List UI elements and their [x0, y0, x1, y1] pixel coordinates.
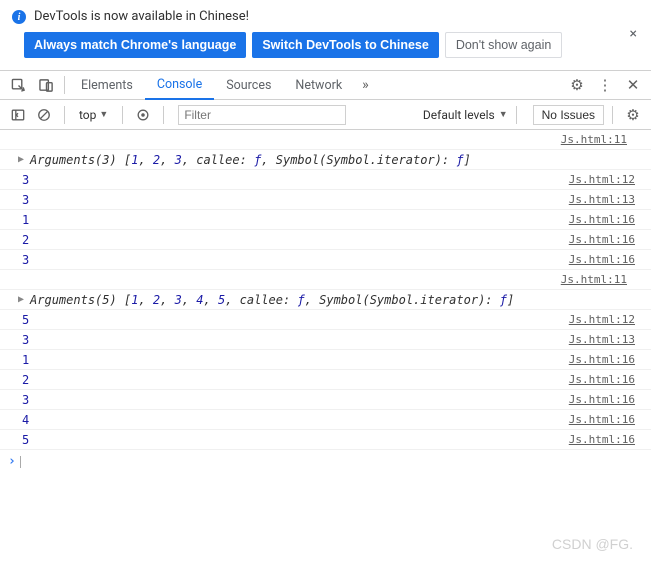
divider: [64, 106, 65, 124]
source-link[interactable]: Js.html:16: [569, 393, 635, 406]
log-row: 3 Js.html:16: [0, 390, 651, 410]
filter-input[interactable]: [178, 105, 346, 125]
info-icon: i: [12, 10, 26, 24]
log-row: Js.html:11: [0, 270, 651, 290]
context-value: top: [79, 108, 96, 122]
log-content: 5: [18, 313, 29, 327]
console-log-area: Js.html:11 ▶Arguments(3) [1, 2, 3, callee…: [0, 130, 651, 450]
source-link[interactable]: Js.html:16: [569, 433, 635, 446]
log-row: ▶Arguments(5) [1, 2, 3, 4, 5, callee: ƒ,…: [0, 290, 651, 310]
dont-show-again-button[interactable]: Don't show again: [445, 32, 563, 58]
tab-network[interactable]: Network: [283, 71, 354, 99]
console-toolbar: top ▼ Default levels ▼ No Issues ⚙: [0, 100, 651, 130]
source-link[interactable]: Js.html:16: [569, 373, 635, 386]
log-row: 4 Js.html:16: [0, 410, 651, 430]
divider: [612, 106, 613, 124]
log-content: 3: [18, 393, 29, 407]
info-bar: i DevTools is now available in Chinese!: [0, 0, 651, 28]
divider: [516, 106, 517, 124]
log-row: Js.html:11: [0, 130, 651, 150]
match-language-button[interactable]: Always match Chrome's language: [24, 32, 246, 58]
source-link[interactable]: Js.html:13: [569, 333, 635, 346]
divider: [122, 106, 123, 124]
cursor: [20, 456, 21, 468]
source-link[interactable]: Js.html:16: [569, 233, 635, 246]
divider: [163, 106, 164, 124]
toggle-sidebar-icon[interactable]: [6, 103, 30, 127]
tab-sources[interactable]: Sources: [214, 71, 283, 99]
log-content: 3: [18, 173, 29, 187]
context-selector[interactable]: top ▼: [73, 106, 114, 124]
log-row: 2 Js.html:16: [0, 230, 651, 250]
source-link[interactable]: Js.html:16: [569, 213, 635, 226]
source-link[interactable]: Js.html:12: [569, 173, 635, 186]
settings-icon[interactable]: ⚙: [563, 76, 591, 94]
inspect-element-icon[interactable]: [4, 71, 32, 99]
log-content: ▶Arguments(5) [1, 2, 3, 4, 5, callee: ƒ,…: [18, 293, 514, 307]
device-toolbar-icon[interactable]: [32, 71, 60, 99]
source-link[interactable]: Js.html:16: [569, 353, 635, 366]
log-row: 3 Js.html:13: [0, 190, 651, 210]
info-message: DevTools is now available in Chinese!: [34, 9, 249, 24]
log-content: 3: [18, 193, 29, 207]
log-content: 3: [18, 333, 29, 347]
log-row: 5 Js.html:12: [0, 310, 651, 330]
log-content: 5: [18, 433, 29, 447]
log-row: 1 Js.html:16: [0, 350, 651, 370]
source-link[interactable]: Js.html:11: [561, 133, 627, 146]
disclosure-triangle-icon[interactable]: ▶: [18, 294, 24, 305]
dropdown-triangle-icon: ▼: [499, 109, 508, 120]
console-settings-icon[interactable]: ⚙: [621, 103, 645, 127]
prompt-caret-icon: ›: [8, 454, 16, 469]
divider: [64, 76, 65, 94]
log-row: ▶Arguments(3) [1, 2, 3, callee: ƒ, Symbo…: [0, 150, 651, 170]
log-row: 2 Js.html:16: [0, 370, 651, 390]
console-prompt[interactable]: ›: [0, 450, 651, 473]
tab-console[interactable]: Console: [145, 72, 214, 100]
dropdown-triangle-icon: ▼: [99, 109, 108, 120]
source-link[interactable]: Js.html:16: [569, 253, 635, 266]
log-content: 4: [18, 413, 29, 427]
language-button-row: Always match Chrome's language Switch De…: [0, 28, 651, 70]
more-tabs-icon[interactable]: »: [354, 77, 377, 93]
source-link[interactable]: Js.html:13: [569, 193, 635, 206]
close-devtools-icon[interactable]: ✕: [619, 76, 647, 94]
tab-bar-right-icons: ⚙ ⋮ ✕: [563, 76, 647, 94]
disclosure-triangle-icon[interactable]: ▶: [18, 154, 24, 165]
levels-label: Default levels: [423, 108, 495, 122]
log-row: 3 Js.html:13: [0, 330, 651, 350]
log-content: 2: [18, 373, 29, 387]
log-content: 2: [18, 233, 29, 247]
source-link[interactable]: Js.html:11: [561, 273, 627, 286]
tab-elements[interactable]: Elements: [69, 71, 145, 99]
log-row: 3 Js.html:12: [0, 170, 651, 190]
source-link[interactable]: Js.html:12: [569, 313, 635, 326]
log-row: 1 Js.html:16: [0, 210, 651, 230]
source-link[interactable]: Js.html:16: [569, 413, 635, 426]
issues-button[interactable]: No Issues: [533, 105, 604, 125]
log-row: 3 Js.html:16: [0, 250, 651, 270]
log-content: ▶Arguments(3) [1, 2, 3, callee: ƒ, Symbo…: [18, 153, 471, 167]
log-row: 5 Js.html:16: [0, 430, 651, 450]
switch-chinese-button[interactable]: Switch DevTools to Chinese: [252, 32, 438, 58]
log-content: 3: [18, 253, 29, 267]
devtools-tab-bar: Elements Console Sources Network » ⚙ ⋮ ✕: [0, 70, 651, 100]
watermark: CSDN @FG.: [552, 536, 633, 552]
live-expression-icon[interactable]: [131, 103, 155, 127]
kebab-menu-icon[interactable]: ⋮: [591, 76, 619, 94]
clear-console-icon[interactable]: [32, 103, 56, 127]
log-content: 1: [18, 213, 29, 227]
log-content: 1: [18, 353, 29, 367]
close-info-button[interactable]: ×: [630, 26, 637, 42]
log-levels-selector[interactable]: Default levels ▼: [423, 108, 508, 122]
